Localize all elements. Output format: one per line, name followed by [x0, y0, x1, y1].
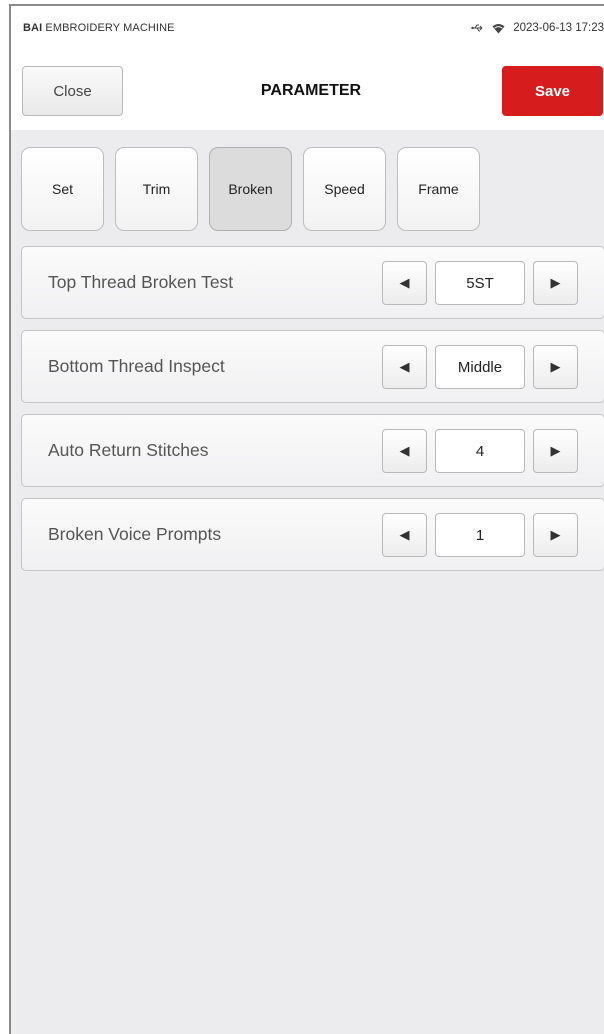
tab-frame[interactable]: Frame — [397, 147, 480, 231]
brand-rest: EMBROIDERY MACHINE — [42, 22, 175, 34]
increase-button[interactable]: ▶ — [533, 513, 578, 557]
increase-button[interactable]: ▶ — [533, 261, 578, 305]
arrow-left-icon: ◀ — [399, 443, 410, 458]
header: Close PARAMETER Save — [11, 50, 604, 130]
param-row-auto-return-stitches: Auto Return Stitches ◀ 4 ▶ — [21, 414, 604, 487]
param-label: Broken Voice Prompts — [48, 524, 222, 544]
brand-name: BAI EMBROIDERY MACHINE — [23, 22, 175, 34]
app-window: BAI EMBROIDERY MACHINE 2023-06-13 17:23 … — [9, 4, 604, 1034]
brand-bold: BAI — [23, 22, 43, 34]
param-label: Top Thread Broken Test — [48, 272, 234, 292]
save-button[interactable]: Save — [502, 66, 603, 116]
param-row-broken-voice-prompts: Broken Voice Prompts ◀ 1 ▶ — [21, 498, 604, 571]
tab-trim[interactable]: Trim — [115, 147, 198, 231]
decrease-button[interactable]: ◀ — [382, 429, 427, 473]
param-row-top-thread-broken-test: Top Thread Broken Test ◀ 5ST ▶ — [21, 246, 604, 319]
status-indicators: 2023-06-13 17:23 — [471, 22, 604, 34]
param-label: Auto Return Stitches — [48, 440, 209, 460]
tab-broken[interactable]: Broken — [209, 147, 292, 231]
wifi-icon — [492, 23, 505, 34]
param-value[interactable]: Middle — [435, 345, 525, 389]
param-value[interactable]: 1 — [435, 513, 525, 557]
arrow-left-icon: ◀ — [399, 359, 410, 374]
decrease-button[interactable]: ◀ — [382, 513, 427, 557]
increase-button[interactable]: ▶ — [533, 429, 578, 473]
main-content: Set Trim Broken Speed Frame Top Thread B… — [11, 130, 604, 1034]
page-title: PARAMETER — [260, 82, 362, 99]
arrow-left-icon: ◀ — [399, 527, 410, 542]
increase-button[interactable]: ▶ — [533, 345, 578, 389]
param-value[interactable]: 4 — [435, 429, 525, 473]
arrow-right-icon: ▶ — [550, 359, 561, 374]
parameter-list: Top Thread Broken Test ◀ 5ST ▶ Bottom Th… — [21, 246, 604, 582]
status-datetime: 2023-06-13 17:23 — [513, 22, 604, 34]
param-label: Bottom Thread Inspect — [48, 356, 225, 376]
arrow-right-icon: ▶ — [550, 275, 561, 290]
param-row-bottom-thread-inspect: Bottom Thread Inspect ◀ Middle ▶ — [21, 330, 604, 403]
usb-icon — [471, 23, 484, 33]
arrow-left-icon: ◀ — [399, 275, 410, 290]
arrow-right-icon: ▶ — [550, 527, 561, 542]
tab-set[interactable]: Set — [21, 147, 104, 231]
decrease-button[interactable]: ◀ — [382, 261, 427, 305]
decrease-button[interactable]: ◀ — [382, 345, 427, 389]
arrow-right-icon: ▶ — [550, 443, 561, 458]
status-bar: BAI EMBROIDERY MACHINE 2023-06-13 17:23 — [11, 6, 604, 50]
category-tabs: Set Trim Broken Speed Frame — [21, 147, 480, 231]
close-button[interactable]: Close — [22, 66, 123, 116]
param-value[interactable]: 5ST — [435, 261, 525, 305]
tab-speed[interactable]: Speed — [303, 147, 386, 231]
